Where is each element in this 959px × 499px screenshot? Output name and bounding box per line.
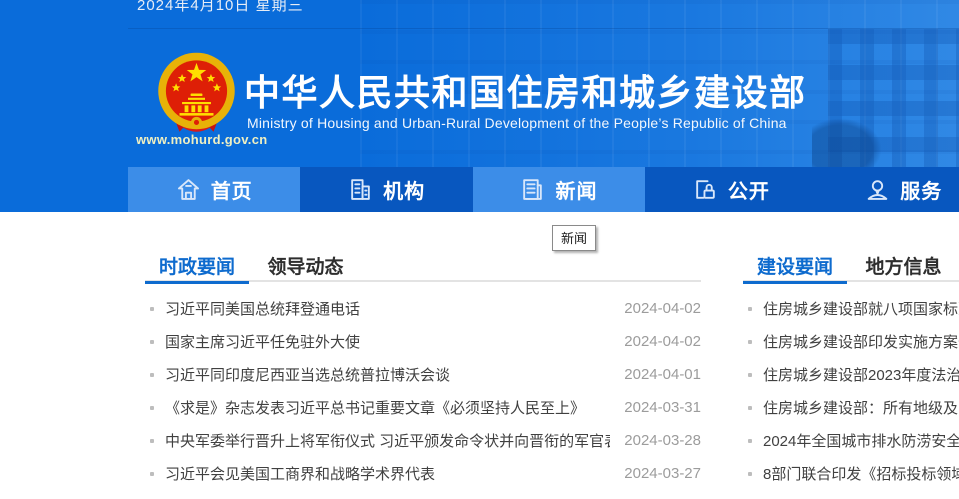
news-date: 2024-03-28 — [624, 432, 701, 449]
site-title: 中华人民共和国住房和城乡建设部 — [244, 64, 807, 116]
bullet-icon — [150, 439, 154, 443]
tab-shizheng-yaowen[interactable]: 时政要闻 — [145, 243, 249, 282]
news-date: 2024-04-02 — [624, 300, 701, 317]
news-date: 2024-04-02 — [624, 333, 701, 350]
building-icon — [348, 177, 373, 202]
site-url: www.mohurd.gov.cn — [136, 132, 268, 147]
nav-label: 机构 — [383, 175, 425, 204]
nav-label: 公开 — [728, 175, 770, 204]
news-item[interactable]: 住房城乡建设部2023年度法治政 — [743, 358, 959, 391]
bullet-icon — [748, 307, 752, 311]
news-title[interactable]: 国家主席习近平任免驻外大使 — [165, 331, 610, 352]
news-title[interactable]: 住房城乡建设部就八项国家标准公 — [763, 298, 959, 319]
news-title[interactable]: 《求是》杂志发表习近平总书记重要文章《必须坚持人民至上》 — [165, 397, 610, 418]
main-navigation: 首页 机构 新闻 公开 服务 — [128, 167, 959, 212]
political-news-panel: 时政要闻 领导动态 习近平同美国总统拜登通电话 2024-04-02 国家主席习… — [145, 243, 701, 490]
mohurd-homepage: 2024年4月10日 星期三 — [0, 0, 959, 499]
left-tab-bar: 时政要闻 领导动态 — [145, 243, 701, 282]
nav-item-disclosure[interactable]: 公开 — [645, 167, 817, 212]
nav-label: 新闻 — [555, 175, 597, 204]
news-date: 2024-03-31 — [624, 399, 701, 416]
bullet-icon — [150, 307, 154, 311]
current-date: 2024年4月10日 星期三 — [137, 0, 304, 15]
bullet-icon — [748, 340, 752, 344]
national-emblem-icon — [154, 51, 239, 136]
bullet-icon — [748, 472, 752, 476]
news-date: 2024-04-01 — [624, 366, 701, 383]
news-item[interactable]: 《求是》杂志发表习近平总书记重要文章《必须坚持人民至上》 2024-03-31 — [145, 391, 701, 424]
nav-item-service[interactable]: 服务 — [818, 167, 959, 212]
nav-item-home[interactable]: 首页 — [128, 167, 300, 212]
news-title[interactable]: 8部门联合印发《招标投标领域公平 — [763, 463, 959, 484]
tab-lingdao-dongtai[interactable]: 领导动态 — [253, 243, 357, 282]
news-item[interactable]: 习近平会见美国工商界和战略学术界代表 2024-03-27 — [145, 457, 701, 490]
news-item[interactable]: 中央军委举行晋升上将军衔仪式 习近平颁发命令状并向晋衔的军官表示... 2024… — [145, 424, 701, 457]
right-tab-bar: 建设要闻 地方信息 — [743, 243, 959, 282]
home-icon — [176, 177, 201, 202]
news-item[interactable]: 习近平同美国总统拜登通电话 2024-04-02 — [145, 292, 701, 325]
nav-label: 服务 — [900, 175, 942, 204]
news-item[interactable]: 8部门联合印发《招标投标领域公平 — [743, 457, 959, 490]
nav-label: 首页 — [211, 175, 253, 204]
service-icon — [865, 177, 890, 202]
news-item[interactable]: 住房城乡建设部就八项国家标准公 — [743, 292, 959, 325]
news-title[interactable]: 习近平同印度尼西亚当选总统普拉博沃会谈 — [165, 364, 610, 385]
nav-item-news[interactable]: 新闻 — [473, 167, 645, 212]
news-title[interactable]: 住房城乡建设部2023年度法治政 — [763, 364, 959, 385]
news-title[interactable]: 习近平同美国总统拜登通电话 — [165, 298, 610, 319]
news-title[interactable]: 2024年全国城市排水防涝安全责 — [763, 430, 959, 451]
construction-news-panel: 建设要闻 地方信息 住房城乡建设部就八项国家标准公 住房城乡建设部印发实施方案部… — [743, 243, 959, 490]
construction-news-list: 住房城乡建设部就八项国家标准公 住房城乡建设部印发实施方案部署 住房城乡建设部2… — [743, 292, 959, 490]
news-item[interactable]: 国家主席习近平任免驻外大使 2024-04-02 — [145, 325, 701, 358]
nav-tooltip: 新闻 — [552, 225, 596, 251]
news-title[interactable]: 住房城乡建设部印发实施方案部署 — [763, 331, 959, 352]
disclosure-icon — [693, 177, 718, 202]
nav-item-organization[interactable]: 机构 — [300, 167, 472, 212]
news-title[interactable]: 习近平会见美国工商界和战略学术界代表 — [165, 463, 610, 484]
banner-divider — [128, 28, 959, 29]
news-item[interactable]: 2024年全国城市排水防涝安全责 — [743, 424, 959, 457]
site-subtitle-en: Ministry of Housing and Urban-Rural Deve… — [247, 115, 787, 131]
news-date: 2024-03-27 — [624, 465, 701, 482]
bullet-icon — [150, 406, 154, 410]
news-title[interactable]: 中央军委举行晋升上将军衔仪式 习近平颁发命令状并向晋衔的军官表示... — [165, 430, 610, 451]
bullet-icon — [150, 373, 154, 377]
news-title[interactable]: 住房城乡建设部：所有地级及以上 — [763, 397, 959, 418]
news-item[interactable]: 习近平同印度尼西亚当选总统普拉博沃会谈 2024-04-01 — [145, 358, 701, 391]
political-news-list: 习近平同美国总统拜登通电话 2024-04-02 国家主席习近平任免驻外大使 2… — [145, 292, 701, 490]
news-icon — [520, 177, 545, 202]
news-item[interactable]: 住房城乡建设部：所有地级及以上 — [743, 391, 959, 424]
bullet-icon — [748, 406, 752, 410]
bullet-icon — [748, 439, 752, 443]
tab-difang-xinxi[interactable]: 地方信息 — [851, 243, 955, 282]
tree-photo — [812, 118, 882, 170]
bullet-icon — [150, 340, 154, 344]
news-item[interactable]: 住房城乡建设部印发实施方案部署 — [743, 325, 959, 358]
bullet-icon — [150, 472, 154, 476]
tab-jianshe-yaowen[interactable]: 建设要闻 — [743, 243, 847, 282]
bullet-icon — [748, 373, 752, 377]
